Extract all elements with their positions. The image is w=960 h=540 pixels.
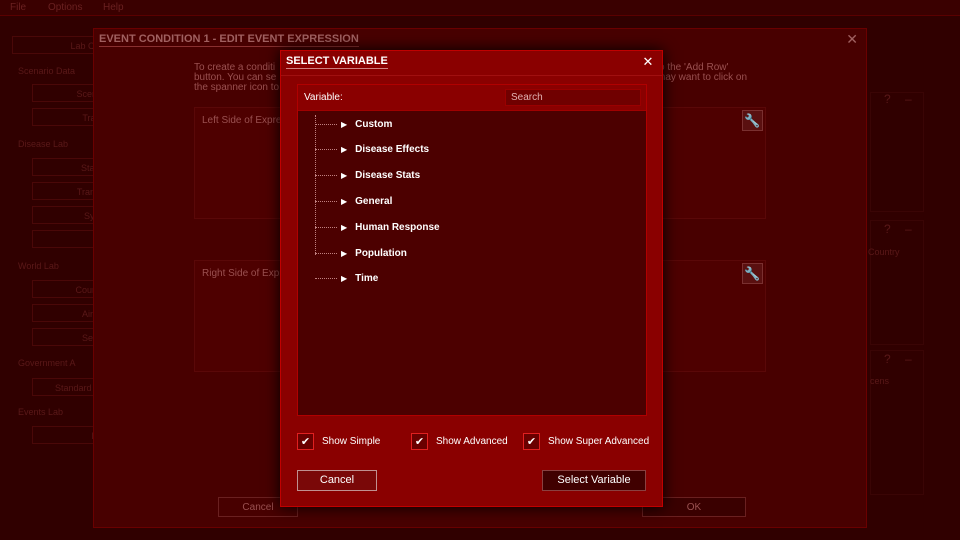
triangle-right-icon[interactable]: ▶ [341, 145, 347, 154]
tree-node[interactable]: ▶ Time [315, 272, 378, 286]
instructions-right: o the 'Add Row' may want to click on [657, 63, 747, 83]
triangle-right-icon[interactable]: ▶ [341, 249, 347, 258]
triangle-right-icon[interactable]: ▶ [341, 223, 347, 232]
close-icon[interactable]: ✕ [640, 54, 656, 70]
tree-connector [315, 226, 337, 228]
panel [870, 220, 924, 345]
select-variable-button[interactable]: Select Variable [542, 470, 646, 491]
triangle-right-icon[interactable]: ▶ [341, 120, 347, 129]
sidebar-section-government[interactable]: Government A [18, 358, 76, 368]
tree-connector [315, 252, 337, 254]
tree-header: Variable: [298, 85, 646, 111]
sidebar-section-world[interactable]: World Lab [18, 261, 59, 271]
triangle-right-icon[interactable]: ▶ [341, 171, 347, 180]
search-input[interactable] [505, 89, 641, 106]
tree-connector [315, 149, 337, 151]
tree-node[interactable]: ▶ Population [315, 246, 407, 260]
checkmark-icon[interactable]: ✔ [411, 433, 428, 450]
select-variable-dialog: SELECT VARIABLE ✕ Variable: ▶ Custom ▶ Dise… [280, 50, 663, 507]
show-advanced-checkbox[interactable]: ✔ Show Advanced [411, 433, 508, 450]
menu-help[interactable]: Help [93, 0, 131, 15]
tree-node[interactable]: ▶ Disease Stats [315, 169, 420, 183]
tree-node-label: Disease Stats [355, 170, 421, 182]
help-icon[interactable]: ? [884, 92, 891, 106]
help-icon[interactable]: ? [884, 352, 891, 366]
checkbox-label: Show Simple [322, 436, 381, 447]
panel [870, 92, 924, 212]
triangle-right-icon[interactable]: ▶ [341, 274, 347, 283]
tree-node-label: Time [355, 273, 379, 285]
sidebar-section-scenario[interactable]: Scenario Data [18, 66, 75, 76]
tree-node-label: Population [355, 247, 407, 259]
divider [281, 75, 662, 76]
menu-file[interactable]: File [0, 0, 38, 15]
cancel-button[interactable]: Cancel [297, 470, 377, 491]
variable-tree: Variable: ▶ Custom ▶ Disease Effects ▶ Diseas… [297, 84, 647, 416]
checkmark-icon[interactable]: ✔ [297, 433, 314, 450]
collapse-icon[interactable]: – [905, 352, 912, 366]
tree-node[interactable]: ▶ Human Response [315, 220, 440, 234]
collapse-icon[interactable]: – [905, 92, 912, 106]
panel-text: cens [870, 376, 890, 386]
wrench-add-icon[interactable]: 🔧 [742, 263, 763, 284]
menu-options[interactable]: Options [38, 0, 93, 15]
wrench-add-icon[interactable]: 🔧 [742, 110, 763, 131]
dialog-title: EVENT CONDITION 1 - EDIT EVENT EXPRESSIO… [99, 33, 359, 47]
tree-node-label: Human Response [355, 221, 440, 233]
tree-node[interactable]: ▶ Custom [315, 117, 392, 131]
tree-connector [315, 278, 337, 280]
show-simple-checkbox[interactable]: ✔ Show Simple [297, 433, 380, 450]
tree-node[interactable]: ▶ Disease Effects [315, 143, 429, 157]
collapse-icon[interactable]: – [905, 222, 912, 236]
tree-connector [315, 200, 337, 202]
sidebar-section-disease[interactable]: Disease Lab [18, 139, 68, 149]
tree-node-label: General [355, 195, 393, 207]
tree-connector [315, 175, 337, 177]
variable-label: Variable: [304, 92, 343, 103]
panel-text: Country [868, 247, 900, 257]
checkmark-icon[interactable]: ✔ [523, 433, 540, 450]
menu-bar: File Options Help [0, 0, 960, 16]
tree-node-label: Custom [355, 118, 393, 130]
tree-node-label: Disease Effects [355, 144, 430, 156]
sidebar-section-events[interactable]: Events Lab [18, 407, 63, 417]
help-icon[interactable]: ? [884, 222, 891, 236]
checkbox-label: Show Super Advanced [548, 436, 650, 447]
show-super-advanced-checkbox[interactable]: ✔ Show Super Advanced [523, 433, 649, 450]
tree-node[interactable]: ▶ General [315, 194, 392, 208]
close-icon[interactable]: ✕ [846, 31, 858, 48]
dialog-title: SELECT VARIABLE [286, 55, 388, 69]
triangle-right-icon[interactable]: ▶ [341, 197, 347, 206]
checkbox-label: Show Advanced [436, 436, 508, 447]
tree-connector [315, 123, 337, 125]
instruction-line: may want to click on [657, 72, 748, 83]
panel [870, 350, 924, 495]
